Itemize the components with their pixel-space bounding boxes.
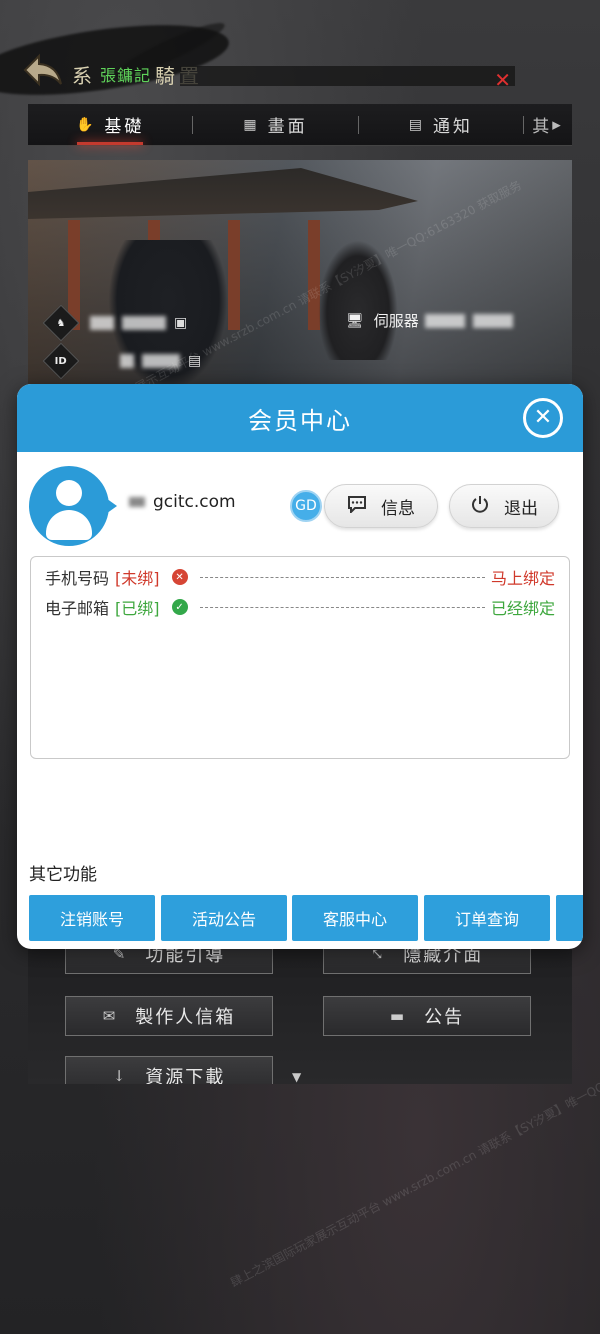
- function-buttons-row: 注销账号 活动公告 客服中心 订单查询: [29, 895, 583, 941]
- redacted-server: [472, 313, 513, 328]
- deactivate-account-button[interactable]: 注销账号: [29, 895, 155, 941]
- hand-icon: ✋: [75, 116, 97, 133]
- arrow-right-icon: ▸: [552, 114, 564, 135]
- function-button-panel: ✎ 功能引導 ⤡ 隱藏介面 ✉ 製作人信箱 ▬ 公告 ↓ 資源下載 ▼: [28, 944, 572, 1084]
- mail-icon: ✉: [102, 1007, 118, 1025]
- download-icon: ↓: [112, 1067, 128, 1084]
- settings-tabs: ✋ 基礎 ▦ 畫面 ▤ 通知 其 ▸: [28, 104, 572, 146]
- close-button[interactable]: ✕: [523, 398, 563, 438]
- title-char: 系: [72, 63, 96, 88]
- button-label: 公告: [424, 1007, 465, 1028]
- copy-icon[interactable]: ▣: [174, 315, 187, 331]
- avatar[interactable]: [29, 466, 109, 546]
- tab-basic[interactable]: ✋ 基礎: [28, 104, 192, 145]
- character-figure: [318, 240, 398, 360]
- dialog-title: 会员中心: [248, 406, 352, 435]
- binding-status: [未绑]: [115, 569, 160, 588]
- logout-button[interactable]: 退出: [449, 484, 559, 528]
- back-arrow-icon[interactable]: [20, 47, 66, 93]
- dashed-leader: [199, 606, 485, 608]
- redacted-id: [142, 354, 180, 368]
- check-icon: ✓: [171, 599, 188, 615]
- tab-label: 通知: [432, 117, 473, 137]
- title-strip: ✕: [180, 66, 515, 90]
- monitor-icon: ▦: [243, 116, 260, 133]
- avatar-pointer: [103, 496, 117, 516]
- account-suffix: gcitc.com: [153, 492, 236, 512]
- member-center-dialog: 会员中心 ✕ gcitc.com GD 信息 退出 手机号码 [未绑] ✕ 马上…: [17, 384, 583, 949]
- redacted-account: [129, 497, 145, 507]
- player-id-row: ID ▤: [42, 342, 201, 380]
- more-function-button[interactable]: [556, 895, 583, 941]
- horse-icon: ♞: [42, 304, 80, 342]
- redacted-name: [90, 316, 114, 330]
- binding-status: [已绑]: [115, 599, 160, 618]
- button-label: 資源下載: [145, 1067, 226, 1084]
- customer-service-button[interactable]: 客服中心: [292, 895, 418, 941]
- button-label: 退出: [504, 498, 538, 519]
- power-icon: [470, 494, 490, 519]
- tab-label: 基礎: [104, 117, 145, 137]
- dashed-leader: [199, 576, 485, 578]
- scroll-down-icon[interactable]: ▼: [292, 1070, 301, 1084]
- bind-now-link[interactable]: 马上绑定: [491, 565, 555, 589]
- close-icon: ✕: [533, 405, 553, 430]
- character-banner: ♞ ▣ 🖥 伺服器 ID ▤: [28, 160, 572, 390]
- producer-mail-button[interactable]: ✉ 製作人信箱: [65, 996, 273, 1036]
- message-icon: [347, 495, 367, 518]
- account-name: gcitc.com: [129, 492, 236, 512]
- button-label: 製作人信箱: [135, 1007, 236, 1028]
- tab-more[interactable]: 其 ▸: [524, 104, 572, 145]
- error-icon: ✕: [171, 569, 188, 585]
- gd-badge: GD: [290, 490, 322, 522]
- binding-label: 手机号码: [45, 569, 110, 588]
- copy-icon[interactable]: ▤: [188, 353, 201, 369]
- close-icon[interactable]: ✕: [494, 70, 511, 90]
- phone-binding-row: 手机号码 [未绑] ✕ 马上绑定: [45, 565, 555, 589]
- user-info-row: gcitc.com GD 信息 退出: [17, 452, 583, 556]
- id-icon: ID: [42, 342, 80, 380]
- tab-label: 其: [532, 117, 553, 137]
- title-overlay-text: 張鏞記: [100, 66, 152, 85]
- order-query-button[interactable]: 订单查询: [424, 895, 550, 941]
- settings-top-bar: 系 張鏞記 騎置 ✕: [20, 53, 515, 90]
- resource-download-button[interactable]: ↓ 資源下載: [65, 1056, 273, 1084]
- tab-notify[interactable]: ▤ 通知: [359, 104, 523, 145]
- redacted-id: [120, 354, 134, 368]
- binding-label: 电子邮箱: [45, 599, 110, 618]
- button-label: 信息: [381, 498, 415, 519]
- dialog-header: 会员中心 ✕: [17, 384, 583, 452]
- redacted-server: [424, 313, 465, 328]
- server-label: 伺服器: [373, 312, 419, 330]
- server-row: 🖥 伺服器: [346, 310, 521, 331]
- email-binding-row: 电子邮箱 [已绑] ✓ 已经绑定: [45, 595, 555, 619]
- message-button[interactable]: 信息: [324, 484, 438, 528]
- activity-notice-button[interactable]: 活动公告: [161, 895, 287, 941]
- tab-display[interactable]: ▦ 畫面: [193, 104, 357, 145]
- pavilion-roof: [28, 168, 418, 219]
- already-bound-text: 已经绑定: [490, 599, 555, 618]
- chat-icon: ▤: [408, 116, 425, 133]
- redacted-name: [122, 316, 166, 330]
- announcement-button[interactable]: ▬ 公告: [323, 996, 531, 1036]
- tab-label: 畫面: [267, 117, 308, 137]
- binding-status-panel: 手机号码 [未绑] ✕ 马上绑定 电子邮箱 [已绑] ✓ 已经绑定: [30, 556, 570, 759]
- computer-icon: 🖥: [346, 312, 364, 329]
- other-functions-label: 其它功能: [29, 865, 97, 885]
- bubble-icon: ▬: [389, 1007, 407, 1025]
- player-name-row: ♞ ▣: [42, 304, 187, 342]
